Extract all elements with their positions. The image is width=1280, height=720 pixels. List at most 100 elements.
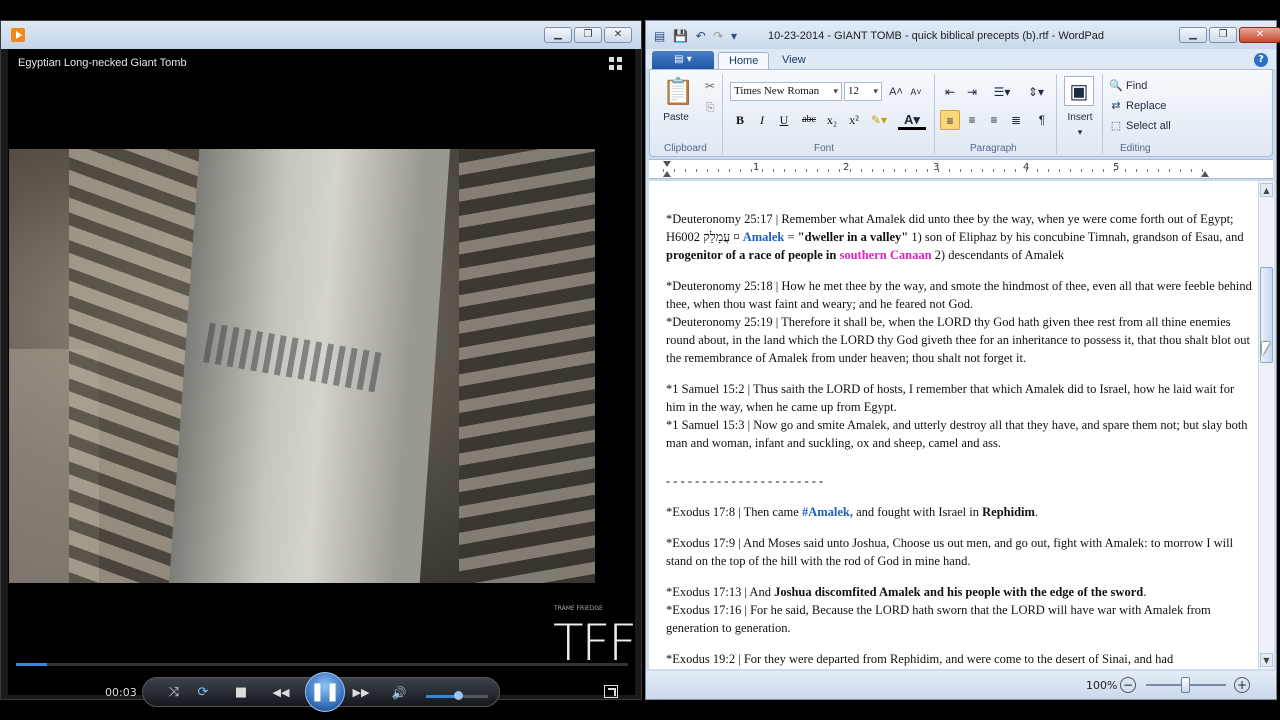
minimize-button[interactable]: ▁ [1179,27,1207,43]
right-indent-marker[interactable] [1201,171,1209,177]
scroll-up-icon[interactable]: ▲ [1260,183,1273,197]
strikethrough-button[interactable]: abc [796,110,822,130]
tab-view[interactable]: View [772,52,816,69]
underline-button[interactable]: U [774,110,794,130]
wordpad-app-icon: ▤ [654,29,666,43]
paragraph-settings-icon[interactable]: ¶ [1032,110,1052,130]
paragraph: *Exodus 19:2 | For they were departed fr… [666,652,1174,666]
mouse-cursor [1262,342,1270,356]
tab-home[interactable]: Home [718,52,770,69]
previous-button[interactable]: ◀◀ [266,683,296,703]
scroll-down-icon[interactable]: ▼ [1260,653,1273,667]
window-title: 10-23-2014 - GIANT TOMB - quick biblical… [768,30,1105,42]
select-all-button[interactable]: Select all [1126,116,1171,136]
vertical-scrollbar[interactable]: ▲ ▼ [1258,181,1274,669]
find-icon[interactable]: 🔍 [1106,76,1126,96]
volume-slider-knob[interactable] [454,691,463,700]
shuffle-icon[interactable]: ⤨ [163,683,185,703]
shrink-font-button[interactable]: A˅ [906,82,926,102]
minimize-button[interactable]: ▁ [544,27,572,43]
superscript-button[interactable]: x² [844,110,864,130]
undo-icon[interactable]: ↶ [696,29,706,43]
video-frame [9,149,595,583]
ruler[interactable]: 1 2 3 4 5 [649,159,1273,179]
document-area[interactable]: *Deuteronomy 25:17 | Remember what Amale… [649,181,1258,669]
help-icon[interactable]: ? [1254,53,1268,67]
restore-button[interactable]: ❐ [1209,27,1237,43]
zoom-slider-knob[interactable] [1181,677,1190,693]
stop-button[interactable]: ■ [230,683,252,703]
ruler-number: 3 [933,162,940,173]
cut-icon[interactable]: ✂ [700,76,720,96]
clipboard-group-label: Clipboard [664,143,707,154]
increase-indent-icon[interactable]: ⇥ [962,82,982,102]
zoom-out-icon[interactable]: − [1120,677,1136,693]
copy-icon[interactable]: ⎘ [700,98,720,118]
find-button[interactable]: Find [1126,76,1147,96]
align-left-icon[interactable]: ≡ [940,110,960,130]
ruler-number: 2 [843,162,850,173]
pause-button[interactable]: ❚❚ [305,672,345,712]
subscript-button[interactable]: x₂ [822,110,842,130]
insert-picture-icon[interactable]: ▣ [1064,76,1094,106]
redo-icon[interactable]: ↷ [713,29,723,43]
font-family-select[interactable]: Times New Roman [730,82,842,101]
grow-font-button[interactable]: A˄ [886,82,906,102]
video-area[interactable]: Egyptian Long-necked Giant Tomb TRAME FR… [8,49,637,712]
wordpad-window: ▤ 💾 ↶ ↷ ▾ 10-23-2014 - GIANT TOMB - quic… [645,20,1280,700]
watermark-caption: TRAME FRIEDGE [554,605,603,612]
zoom-in-icon[interactable]: + [1234,677,1250,693]
divider-line: - - - - - - - - - - - - - - - - - - - - … [666,474,824,488]
volume-icon[interactable]: 🔊 [388,683,410,703]
bold-button[interactable]: B [730,110,750,130]
ribbon: 📋 Paste ✂ ⎘ Clipboard Times New Roman 12… [649,69,1273,157]
paste-icon[interactable]: 📋 [662,76,694,106]
repeat-icon[interactable]: ⟳ [192,683,214,703]
elapsed-time: 00:03 [105,686,137,699]
editing-group-label: Editing [1120,143,1151,154]
paragraph: *Deuteronomy 25:17 | Remember what Amale… [666,212,1244,262]
font-size-select[interactable]: 12 [844,82,882,101]
left-indent-marker[interactable] [663,171,671,177]
media-player-titlebar[interactable]: ▁ ❐ ✕ [1,21,641,49]
fullscreen-icon[interactable] [604,685,618,698]
replace-button[interactable]: Replace [1126,96,1166,116]
insert-dropdown-icon[interactable]: ▾ [1070,122,1090,142]
ruler-number: 1 [753,162,760,173]
paragraph: *1 Samuel 15:2 | Thus saith the LORD of … [666,382,1248,450]
highlight-color-icon[interactable]: ✎▾ [866,110,892,130]
replace-icon[interactable]: ⇄ [1106,96,1126,116]
paragraph: *Deuteronomy 25:18 | How he met thee by … [666,279,1252,365]
line-spacing-icon[interactable]: ⇕▾ [1022,82,1050,102]
justify-icon[interactable]: ≣ [1006,110,1026,130]
stone-pillar [167,149,451,583]
font-group-label: Font [814,143,835,154]
media-player-app-icon [11,28,25,42]
first-line-indent-marker[interactable] [663,161,671,167]
bullet-list-icon[interactable]: ☰▾ [988,82,1016,102]
paragraph: *Exodus 17:8 | Then came #Amalek, and fo… [666,505,1039,519]
document-text[interactable]: *Deuteronomy 25:17 | Remember what Amale… [666,210,1256,669]
restore-button[interactable]: ❐ [574,27,602,43]
quick-access-toolbar: ▤ 💾 ↶ ↷ ▾ [654,29,737,43]
switch-to-library-icon[interactable] [609,57,623,71]
italic-button[interactable]: I [752,110,772,130]
seek-bar[interactable] [16,663,628,666]
app-menu-button[interactable]: ▤ ▾ [652,51,714,69]
customize-qat-icon[interactable]: ▾ [731,29,737,43]
save-icon[interactable]: 💾 [673,29,688,43]
close-button[interactable]: ✕ [1239,27,1280,43]
close-button[interactable]: ✕ [604,27,632,43]
media-player-window: ▁ ❐ ✕ Egyptian Long-necked Giant Tomb TR… [0,20,642,712]
align-right-icon[interactable]: ≡ [984,110,1004,130]
status-bar: 100% − + [646,671,1276,699]
paragraph: *Exodus 17:13 | And Joshua discomfited A… [666,585,1211,635]
font-color-icon[interactable]: A▾ [898,110,926,130]
next-button[interactable]: ▶▶ [346,683,376,703]
zoom-level: 100% [1086,679,1118,692]
wordpad-titlebar[interactable]: ▤ 💾 ↶ ↷ ▾ 10-23-2014 - GIANT TOMB - quic… [646,21,1280,49]
paste-button[interactable]: Paste [658,108,694,128]
decrease-indent-icon[interactable]: ⇤ [940,82,960,102]
select-all-icon[interactable]: ⬚ [1106,116,1126,136]
align-center-icon[interactable]: ≡ [962,110,982,130]
